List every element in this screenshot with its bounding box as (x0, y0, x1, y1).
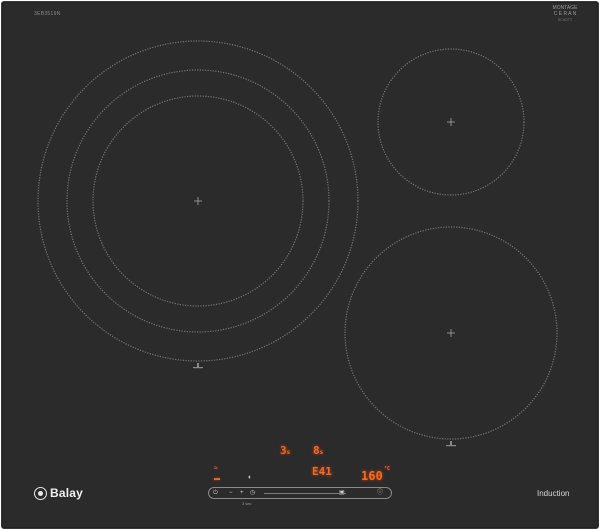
zone-left-level: 3 (280, 444, 287, 457)
timer-icon[interactable]: ◷ (250, 489, 255, 498)
zone-left-sub: s (286, 449, 291, 456)
zone-left-center-mark (194, 197, 202, 205)
brand-name: Balay (50, 486, 84, 500)
zone-front-right-center-mark (447, 329, 455, 337)
plus-icon[interactable]: + (240, 489, 244, 498)
zone-rear-right-center-mark (447, 118, 455, 126)
zone-front-right-marker-icon (446, 441, 456, 447)
hood-link-icon: ▬ (214, 476, 220, 482)
model-code: 3EB3519N (34, 11, 61, 17)
cooking-zones (37, 40, 558, 447)
brand-emblem-icon (34, 486, 47, 500)
temperature-unit: °C (384, 466, 391, 472)
minus-icon[interactable]: − (229, 489, 233, 498)
zone-left-marker-icon (193, 363, 203, 369)
zone-right-level: 8 (313, 444, 320, 457)
power-slider[interactable] (264, 493, 346, 494)
timer-display: E41 (312, 465, 332, 478)
certification-badge: MONTAGE C E R A N SCHOTT (545, 5, 585, 23)
badge-line-3: SCHOTT (557, 18, 573, 22)
power-icon[interactable]: ⏻ (213, 489, 218, 498)
wifi-icon: ≈ (214, 465, 218, 472)
brand-logo: Balay (34, 486, 83, 500)
zone-right-sub: s (319, 449, 324, 456)
technology-label: Induction (537, 489, 570, 498)
zone-left-level-display: 3s (280, 444, 290, 457)
temperature-display: 160 (361, 469, 383, 483)
zone-right-level-display: 8s (313, 444, 323, 457)
panel-caption: 3 sec (242, 501, 252, 506)
info-icon[interactable]: ⓘ (377, 489, 383, 498)
cook-assist-icon[interactable]: ◐ (248, 474, 252, 481)
